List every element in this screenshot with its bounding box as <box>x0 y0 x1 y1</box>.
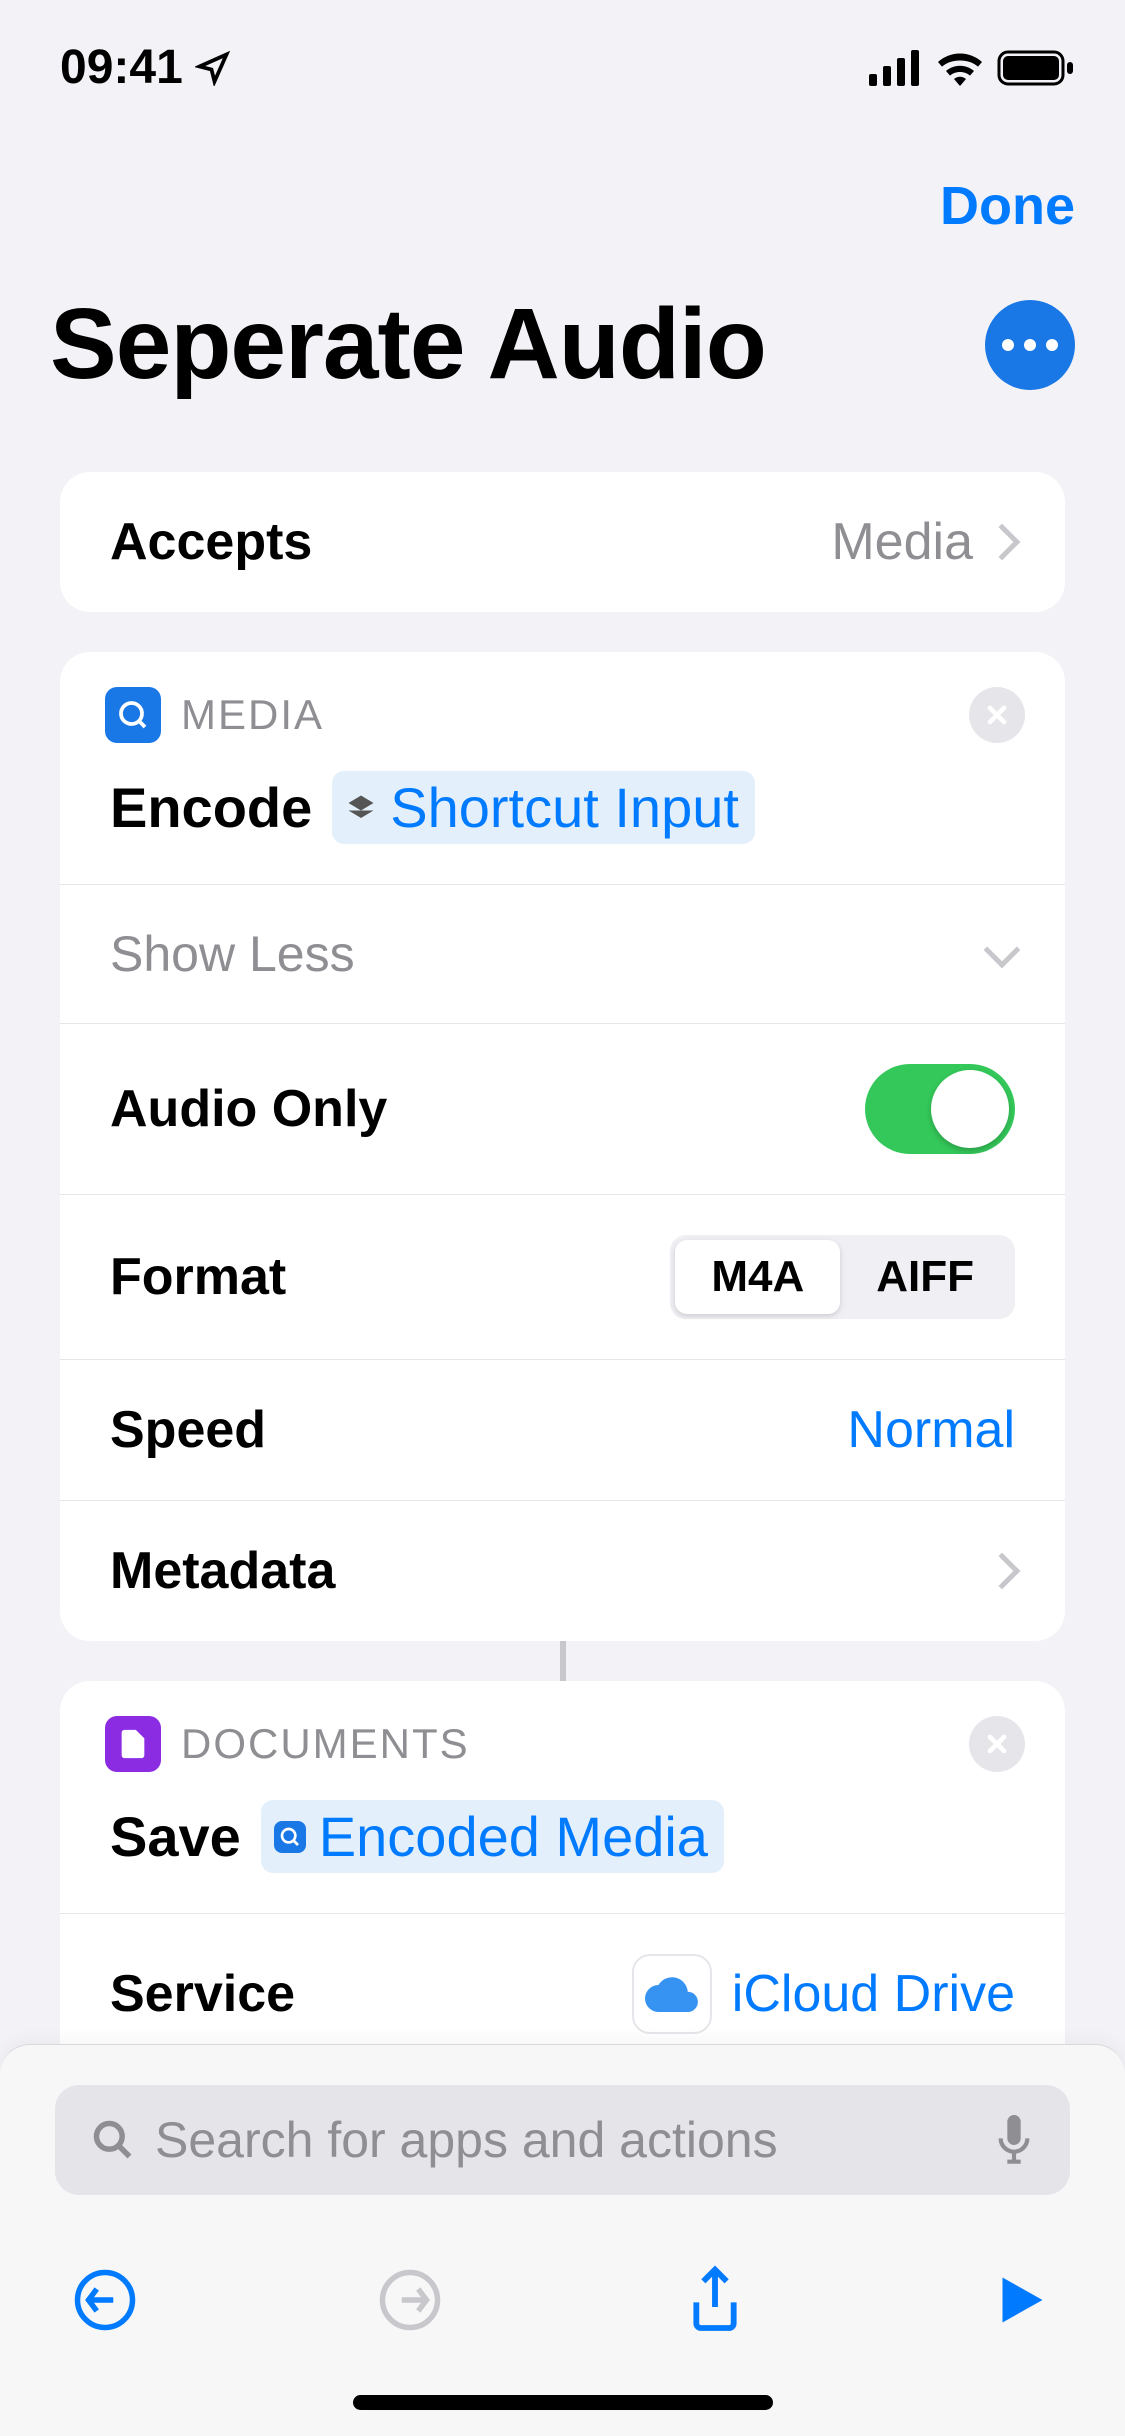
speed-value: Normal <box>847 1400 1015 1460</box>
status-indicators <box>869 50 1075 86</box>
done-button[interactable]: Done <box>940 175 1075 237</box>
icloud-icon <box>632 1954 712 2034</box>
search-icon <box>91 2118 135 2162</box>
show-less-label: Show Less <box>110 925 355 983</box>
format-option-aiff[interactable]: AIFF <box>840 1240 1010 1314</box>
chevron-right-icon <box>984 1553 1021 1590</box>
save-category-label: DOCUMENTS <box>181 1720 470 1768</box>
location-icon <box>195 50 231 86</box>
bottom-toolbar <box>0 2235 1125 2395</box>
share-button[interactable] <box>680 2265 750 2335</box>
encode-category-label: MEDIA <box>181 691 324 739</box>
format-row: Format M4A AIFF <box>60 1194 1065 1359</box>
metadata-label: Metadata <box>110 1541 335 1601</box>
cellular-icon <box>869 50 923 86</box>
accepts-label: Accepts <box>110 512 312 572</box>
page-title: Seperate Audio <box>50 287 766 402</box>
status-time-group: 09:41 <box>60 40 231 95</box>
save-token-label: Encoded Media <box>319 1804 708 1869</box>
quicktime-small-icon <box>271 1818 309 1856</box>
encoded-media-token[interactable]: Encoded Media <box>261 1800 724 1873</box>
search-bar[interactable]: Search for apps and actions <box>55 2085 1070 2195</box>
show-less-row[interactable]: Show Less <box>60 884 1065 1023</box>
service-value: iCloud Drive <box>732 1964 1015 2024</box>
metadata-row[interactable]: Metadata <box>60 1500 1065 1641</box>
encode-verb: Encode <box>110 775 312 840</box>
documents-icon <box>105 1716 161 1772</box>
audio-only-toggle[interactable] <box>865 1064 1015 1154</box>
search-placeholder: Search for apps and actions <box>155 2111 974 2169</box>
wifi-icon <box>935 50 985 86</box>
battery-icon <box>997 50 1075 86</box>
status-time: 09:41 <box>60 40 183 95</box>
encode-card-header: MEDIA <box>60 652 1065 753</box>
format-segmented-control[interactable]: M4A AIFF <box>670 1235 1015 1319</box>
bottom-panel: Search for apps and actions <box>0 2044 1125 2436</box>
shortcut-input-token[interactable]: Shortcut Input <box>332 771 755 844</box>
layers-icon <box>342 789 380 827</box>
accepts-value-group: Media <box>831 512 1015 572</box>
format-option-m4a[interactable]: M4A <box>675 1240 840 1314</box>
accepts-card: Accepts Media <box>60 472 1065 612</box>
chevron-right-icon <box>984 524 1021 561</box>
service-label: Service <box>110 1964 295 2024</box>
encode-media-action-card: MEDIA Encode Shortcut Input Show Less Au… <box>60 652 1065 1641</box>
speed-label: Speed <box>110 1400 266 1460</box>
save-verb: Save <box>110 1804 241 1869</box>
save-card-header: DOCUMENTS <box>60 1681 1065 1782</box>
format-label: Format <box>110 1247 286 1307</box>
chevron-down-icon <box>984 932 1021 969</box>
action-connector <box>560 1641 566 1681</box>
remove-save-action-button[interactable] <box>969 1716 1025 1772</box>
more-button[interactable] <box>985 300 1075 390</box>
play-button[interactable] <box>985 2265 1055 2335</box>
save-action-line: Save Encoded Media <box>60 1782 1065 1913</box>
encode-action-line: Encode Shortcut Input <box>60 753 1065 884</box>
status-bar: 09:41 <box>0 0 1125 115</box>
microphone-icon[interactable] <box>994 2115 1034 2165</box>
undo-button[interactable] <box>70 2265 140 2335</box>
accepts-value: Media <box>831 512 973 572</box>
remove-encode-action-button[interactable] <box>969 687 1025 743</box>
home-indicator[interactable] <box>353 2395 773 2410</box>
audio-only-row: Audio Only <box>60 1023 1065 1194</box>
speed-row[interactable]: Speed Normal <box>60 1359 1065 1500</box>
encode-token-label: Shortcut Input <box>390 775 739 840</box>
accepts-row[interactable]: Accepts Media <box>60 472 1065 612</box>
redo-button[interactable] <box>375 2265 445 2335</box>
quicktime-icon <box>105 687 161 743</box>
audio-only-label: Audio Only <box>110 1079 387 1139</box>
